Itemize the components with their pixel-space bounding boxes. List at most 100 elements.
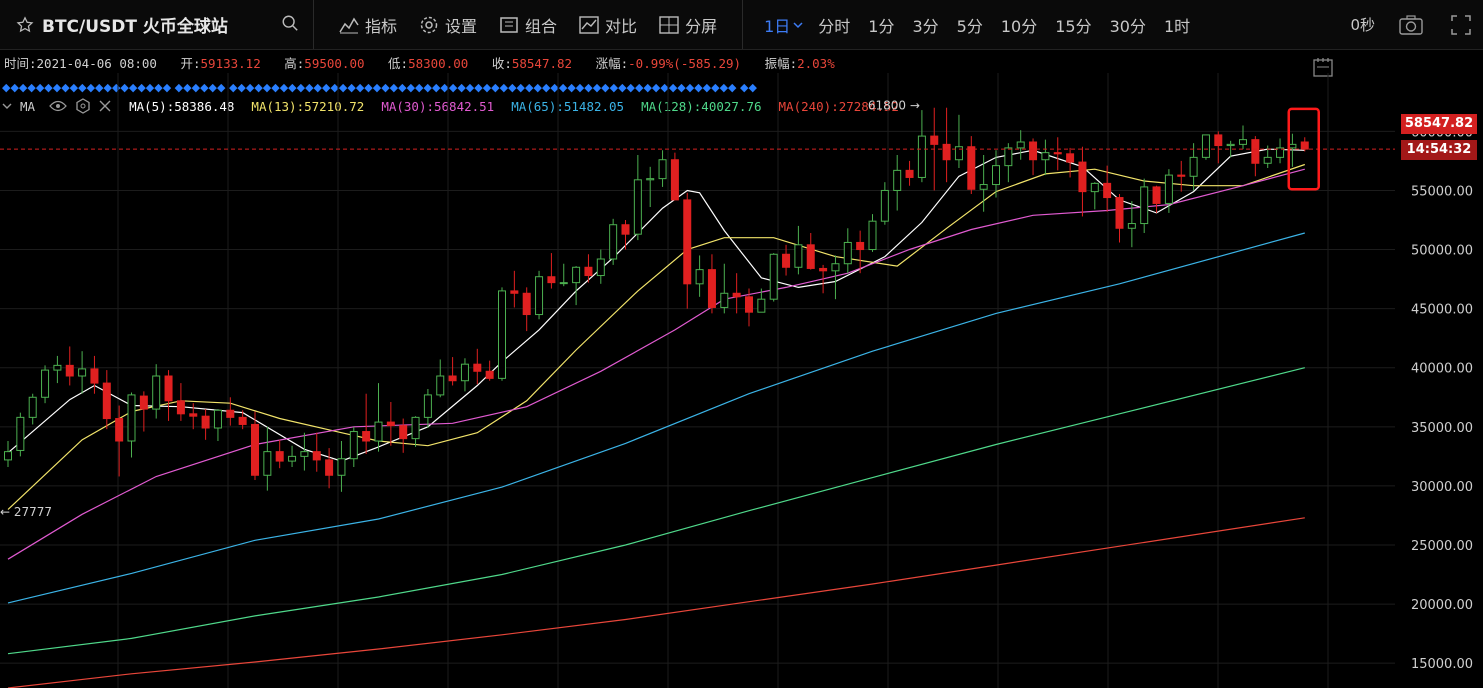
candle-down [1152,186,1161,204]
candle-down [683,199,692,285]
star-icon[interactable] [16,15,34,34]
y-tick-label: 20000.00 [1411,598,1473,613]
grid-icon [659,15,679,34]
symbol-title[interactable]: BTC/USDT 火币全球站 [42,12,228,37]
split-screen-button[interactable]: 分屏 [659,13,717,37]
candle-down [1177,174,1186,177]
timeframe-5m[interactable]: 5分 [957,13,983,37]
candle-up [300,451,309,457]
timeframe-3m[interactable]: 3分 [912,13,938,37]
candle-up [658,159,667,180]
ma-line-ma30 [7,168,1305,560]
indicator-button[interactable]: 指标 [339,13,397,37]
candle-up [28,396,37,418]
candle-up [1276,147,1285,158]
highlight-box [1287,107,1320,191]
symbol-section: BTC/USDT 火币全球站 [0,0,314,49]
event-marker-row: ◆◆◆◆◆◆◆◆◆◆◆◆◆◆◆◆◆◆◆◆ ◆◆◆◆◆◆ ◆◆◆◆◆◆◆◆◆◆◆◆… [2,81,757,95]
candle-up [1226,143,1235,147]
candle-up [720,292,729,308]
candle-down [1053,152,1062,155]
current-price-tag: 58547.82 [1401,114,1477,134]
candle-up [1263,156,1272,164]
candle-up [1004,147,1013,167]
candle-up [288,455,297,462]
eye-icon[interactable] [49,100,67,112]
compare-button[interactable]: 对比 [579,13,637,37]
candle-up [992,165,1000,186]
close-icon[interactable] [99,100,111,112]
low-value: 58300.00 [408,56,469,71]
candle-up [460,363,469,382]
timeframe-1m[interactable]: 1分 [868,13,894,37]
chevron-down-icon[interactable] [2,102,12,110]
ma-line-ma13 [7,163,1305,510]
combo-button[interactable]: 组合 [499,13,557,37]
candle-down [201,415,210,429]
candle-up [868,220,877,251]
candle-down [819,267,828,272]
notepad-icon[interactable] [1312,57,1334,77]
y-tick-label: 55000.00 [1411,184,1473,199]
timeframe-1d[interactable]: 1日 [764,13,790,37]
search-icon[interactable] [281,14,299,32]
split-screen-label: 分屏 [685,16,718,36]
settings-button[interactable]: 设置 [419,13,477,37]
candle-down [1115,197,1124,229]
ma-line-ma128 [7,367,1305,655]
event-markers[interactable]: ◆◆◆◆◆◆◆◆◆◆◆◆◆◆◆◆◆◆◆◆ ◆◆◆◆◆◆ ◆◆◆◆◆◆◆◆◆◆◆◆… [2,81,757,94]
min-price-label: ← 27777 [0,505,52,519]
ma240-label: MA(240):27284.52 [778,98,899,114]
candle-up [893,169,902,191]
candle-down [547,276,556,284]
candle-down [485,370,494,379]
ma-indicator-name: MA [20,98,36,114]
candle-down [102,382,111,420]
ma-line-ma240 [7,517,1305,688]
timeframe-section: 1日 分时 1分 3分 5分 10分 15分 30分 1时 [743,0,1199,49]
candle-down [967,146,976,190]
candle-up [1140,186,1149,225]
y-tick-label: 15000.00 [1411,657,1473,672]
settings-hex-icon[interactable] [75,98,91,114]
timeframe-1h[interactable]: 1时 [1164,13,1190,37]
candle-up [535,276,544,316]
timeframe-30m[interactable]: 30分 [1110,13,1146,37]
high-value: 59500.00 [304,56,365,71]
candle-down [312,451,321,461]
candle-down [670,159,679,201]
candle-down [189,413,198,417]
candle-up [374,421,383,442]
indicator-label: 指标 [365,16,398,36]
candle-up [41,369,50,398]
timeframe-15m[interactable]: 15分 [1055,13,1091,37]
candle-up [1127,223,1136,229]
top-toolbar: BTC/USDT 火币全球站 指标 设置 组合 对比 分屏 1日 分时 1分 3… [0,0,1483,50]
ma5-label: MA(5):58386.48 [129,98,235,114]
ma-legend: MA MA(5):58386.48 MA(13):57210.72 MA(30)… [2,98,916,114]
camera-icon[interactable] [1399,14,1423,35]
close-value: 58547.82 [511,56,573,71]
y-tick-label: 50000.00 [1411,244,1473,259]
timeframe-tick[interactable]: 分时 [818,13,850,37]
candle-down [856,241,865,251]
layers-icon [500,16,518,33]
chevron-down-icon[interactable] [793,21,803,29]
candle-down [226,409,235,418]
candle-up [559,282,568,285]
price-axis: 60000.0055000.0050000.0045000.0040000.00… [1411,125,1473,672]
timeframe-10m[interactable]: 10分 [1001,13,1037,37]
candle-down [251,423,259,476]
candle-down [1078,161,1087,193]
candle-down [584,266,593,277]
candle-down [905,169,914,178]
candle-up [1239,139,1247,145]
fullscreen-icon[interactable] [1451,14,1471,35]
annotations: 61800 →← 27777 [0,99,1395,519]
time-label: 时间: [4,56,37,71]
candle-down [621,224,630,235]
compare-icon [579,15,599,34]
candle-down [707,269,716,308]
candle-up [498,290,506,379]
candle-down [325,459,334,476]
